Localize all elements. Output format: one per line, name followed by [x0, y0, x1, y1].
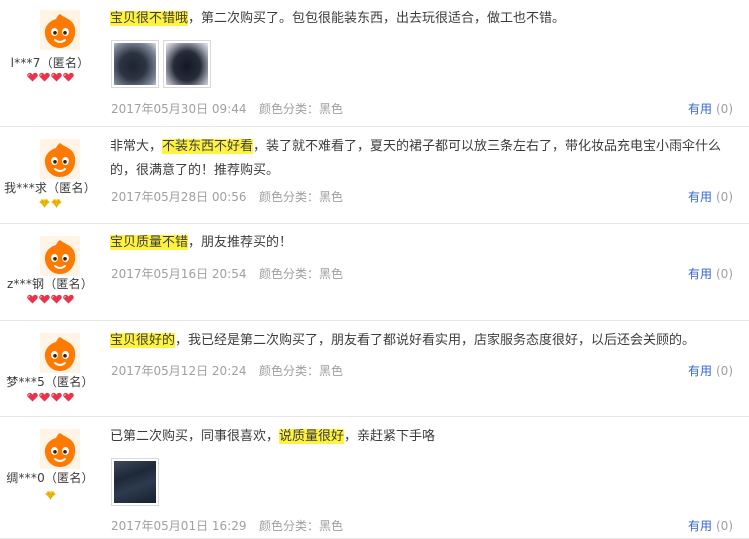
review-item: l***7（匿名） 宝贝很不错哦，第二次购买了。包包很能装东西，出去玩很适合，做… [0, 0, 749, 127]
buyer-level-badges [0, 392, 100, 404]
color-value: 黑色 [319, 190, 344, 204]
review-highlight: 说质量很好 [279, 429, 345, 444]
avatar[interactable] [40, 139, 80, 179]
red-heart-badge-icon [38, 294, 50, 304]
useful-button[interactable]: 有用 (0) [688, 188, 733, 205]
review-highlight: 宝贝质量不错 [110, 235, 189, 250]
review-photos [111, 40, 215, 88]
useful-button[interactable]: 有用 (0) [688, 517, 733, 534]
review-item: 梦***5（匿名） 宝贝很好的，我已经是第二次购买了，朋友看了都说好看实用，店家… [0, 321, 749, 417]
username: z***钢（匿名） [6, 277, 94, 291]
red-heart-badge-icon [50, 392, 62, 402]
useful-label: 有用 [687, 102, 712, 116]
red-heart-badge-icon [26, 72, 38, 82]
gold-diamond-badge-icon [44, 491, 56, 500]
username: l***7（匿名） [10, 56, 90, 70]
review-text-body: ，亲赶紧下手咯 [344, 429, 436, 444]
photo-black-bag-2 [166, 43, 208, 85]
photo-black-bag [114, 43, 156, 85]
avatar[interactable] [40, 429, 80, 469]
red-heart-badge-icon [62, 72, 74, 82]
review-text-prefix: 已第二次购买，同事很喜欢， [110, 429, 280, 444]
username: 梦***5（匿名） [6, 375, 94, 389]
username: 我***求（匿名） [4, 181, 96, 195]
review-date: 2017年05月30日 09:44 [111, 102, 247, 116]
useful-count: (0) [716, 364, 733, 378]
color-label: 颜色分类： [259, 267, 320, 281]
useful-button[interactable]: 有用 (0) [688, 100, 733, 117]
review-date: 2017年05月28日 00:56 [111, 190, 247, 204]
taobao-avatar-icon [40, 139, 80, 179]
review-highlight: 不装东西不好看 [162, 139, 254, 154]
red-heart-badge-icon [50, 294, 62, 304]
review-highlight: 宝贝很不错哦 [110, 11, 189, 26]
useful-button[interactable]: 有用 (0) [688, 265, 733, 282]
red-heart-badge-icon [50, 72, 62, 82]
red-heart-badge-icon [26, 392, 38, 402]
color-label: 颜色分类： [259, 102, 320, 116]
avatar[interactable] [40, 236, 80, 276]
gold-diamond-badge-icon [50, 199, 62, 208]
review-text: 非常大，不装东西不好看，装了就不难看了，夏天的裙子都可以放三条左右了，带化妆品充… [110, 135, 740, 183]
review-highlight: 宝贝很好的 [110, 333, 176, 348]
review-date: 2017年05月16日 20:54 [111, 267, 247, 281]
review-meta: 2017年05月28日 00:56 颜色分类：黑色 [111, 188, 343, 205]
taobao-avatar-icon [40, 10, 80, 50]
useful-count: (0) [716, 102, 733, 116]
buyer-level-badges [0, 294, 100, 306]
photo-dark-bag [114, 461, 156, 503]
review-photo[interactable] [111, 458, 159, 506]
useful-button[interactable]: 有用 (0) [688, 362, 733, 379]
red-heart-badge-icon [62, 294, 74, 304]
avatar[interactable] [40, 10, 80, 50]
useful-label: 有用 [687, 190, 712, 204]
review-item: z***钢（匿名） 宝贝质量不错，朋友推荐买的！ 2017年05月16日 20:… [0, 224, 749, 321]
useful-label: 有用 [687, 364, 712, 378]
color-value: 黑色 [319, 519, 344, 533]
useful-count: (0) [716, 267, 733, 281]
taobao-avatar-icon [40, 429, 80, 469]
color-label: 颜色分类： [259, 190, 320, 204]
review-photos [111, 458, 163, 506]
review-text-body: ，第二次购买了。包包很能装东西，出去玩很适合，做工也不错。 [188, 11, 566, 26]
review-text-body: ，朋友推荐买的！ [188, 235, 293, 250]
useful-label: 有用 [687, 519, 712, 533]
red-heart-badge-icon [62, 392, 74, 402]
review-photo[interactable] [163, 40, 211, 88]
color-label: 颜色分类： [259, 364, 320, 378]
review-text: 宝贝很不错哦，第二次购买了。包包很能装东西，出去玩很适合，做工也不错。 [110, 7, 740, 31]
review-date: 2017年05月01日 16:29 [111, 519, 247, 533]
review-photo[interactable] [111, 40, 159, 88]
review-text-prefix: 非常大， [110, 139, 163, 154]
taobao-avatar-icon [40, 236, 80, 276]
review-item: 绸***0（匿名） 已第二次购买，同事很喜欢，说质量很好，亲赶紧下手咯 2017… [0, 417, 749, 539]
review-text-body: ，我已经是第二次购买了，朋友看了都说好看实用，店家服务态度很好，以后还会关顾的。 [175, 333, 696, 348]
buyer-level-badges [0, 72, 100, 84]
review-meta: 2017年05月12日 20:24 颜色分类：黑色 [111, 362, 343, 379]
review-meta: 2017年05月01日 16:29 颜色分类：黑色 [111, 517, 343, 534]
color-label: 颜色分类： [259, 519, 320, 533]
color-value: 黑色 [319, 364, 344, 378]
color-value: 黑色 [319, 267, 344, 281]
username: 绸***0（匿名） [6, 471, 94, 485]
red-heart-badge-icon [26, 294, 38, 304]
red-heart-badge-icon [38, 392, 50, 402]
buyer-level-badges [0, 198, 100, 210]
red-heart-badge-icon [38, 72, 50, 82]
buyer-level-badges [0, 490, 100, 502]
review-meta: 2017年05月16日 20:54 颜色分类：黑色 [111, 265, 343, 282]
review-text: 宝贝质量不错，朋友推荐买的！ [110, 231, 740, 255]
review-date: 2017年05月12日 20:24 [111, 364, 247, 378]
review-meta: 2017年05月30日 09:44 颜色分类：黑色 [111, 100, 343, 117]
review-item: 我***求（匿名） 非常大，不装东西不好看，装了就不难看了，夏天的裙子都可以放三… [0, 127, 749, 224]
review-text: 已第二次购买，同事很喜欢，说质量很好，亲赶紧下手咯 [110, 425, 740, 449]
useful-count: (0) [716, 519, 733, 533]
useful-label: 有用 [687, 267, 712, 281]
taobao-avatar-icon [40, 333, 80, 373]
gold-diamond-badge-icon [38, 199, 50, 208]
review-text: 宝贝很好的，我已经是第二次购买了，朋友看了都说好看实用，店家服务态度很好，以后还… [110, 329, 740, 353]
useful-count: (0) [716, 190, 733, 204]
color-value: 黑色 [319, 102, 344, 116]
avatar[interactable] [40, 333, 80, 373]
